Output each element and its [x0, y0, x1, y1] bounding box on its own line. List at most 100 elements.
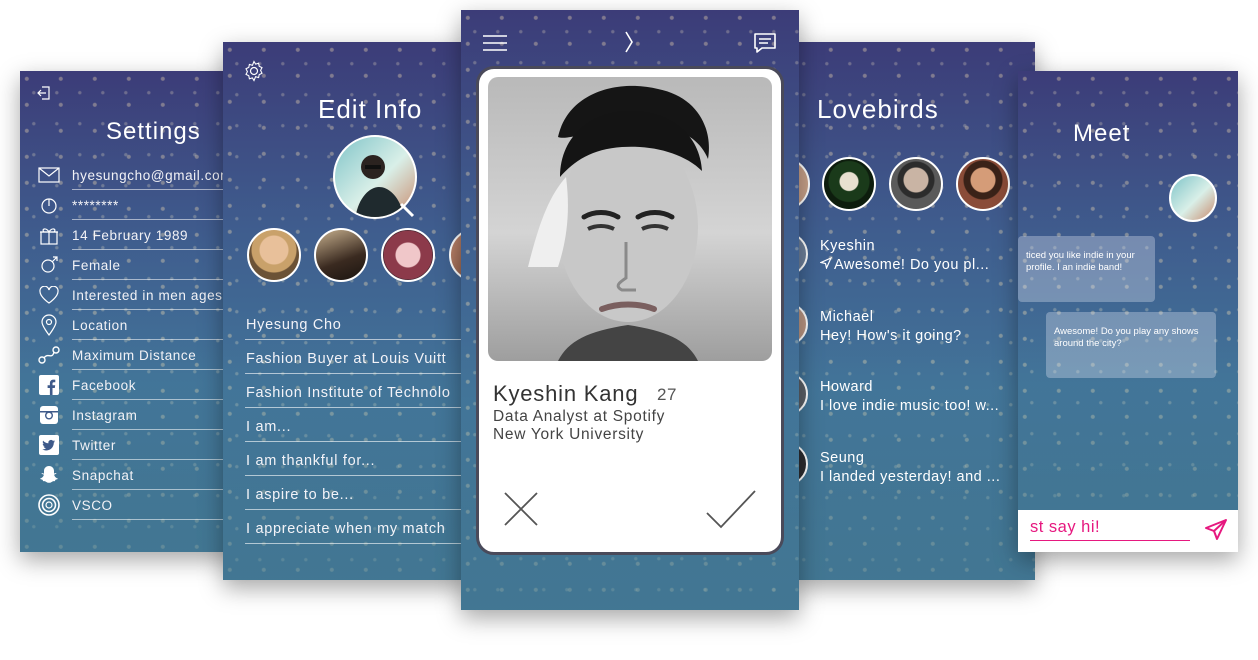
- edit-info-field[interactable]: Fashion Institute of Technolo: [245, 374, 471, 408]
- gender-icon: [38, 254, 60, 276]
- settings-screen: Settings hyesungcho@gmail.com ******** 14 …: [20, 71, 240, 552]
- match-avatar[interactable]: [956, 157, 1010, 211]
- chat-message: Awesome! Do you pl...: [834, 257, 990, 273]
- gear-icon[interactable]: [243, 60, 265, 82]
- settings-item-label: Interested in men ages: [72, 287, 223, 303]
- twitter-icon: [38, 434, 60, 456]
- profile-age: 27: [657, 385, 677, 404]
- profile-photo: [488, 77, 772, 361]
- profile-school: New York University: [493, 426, 645, 443]
- settings-item[interactable]: Location: [38, 310, 240, 340]
- settings-item[interactable]: VSCO: [38, 490, 240, 520]
- chat-name: Michael: [820, 309, 874, 325]
- logout-icon[interactable]: [36, 85, 52, 101]
- settings-item-label: Twitter: [72, 437, 116, 453]
- edit-info-screen: Edit Info Hyesung Cho Fashion Buyer at Lo…: [223, 42, 471, 580]
- close-icon: [504, 492, 538, 526]
- chat-bubble-icon[interactable]: [753, 32, 777, 54]
- received-message-bubble: ticed you like indie in your profile. I …: [1018, 236, 1155, 302]
- chat-item[interactable]: Michael Hey! How's it going?: [820, 309, 962, 344]
- settings-item-label: hyesungcho@gmail.com: [72, 167, 233, 183]
- edit-info-field-value: I am...: [246, 419, 292, 435]
- edit-info-field-value: Fashion Buyer at Louis Vuitt: [246, 351, 447, 367]
- settings-item[interactable]: hyesungcho@gmail.com: [38, 160, 240, 190]
- settings-item-label: 14 February 1989: [72, 227, 189, 243]
- settings-item-label: Snapchat: [72, 467, 134, 483]
- location-pin-icon: [38, 314, 60, 336]
- profile-name: Kyeshin Kang: [493, 381, 639, 406]
- edit-info-title: Edit Info: [318, 94, 423, 124]
- discover-screen: Kyeshin Kang 27 Data Analyst at Spotify …: [461, 10, 799, 610]
- edit-info-field[interactable]: I appreciate when my match: [245, 510, 471, 544]
- match-avatar[interactable]: [822, 157, 876, 211]
- meet-title: Meet: [1073, 120, 1131, 147]
- settings-item[interactable]: Instagram: [38, 400, 240, 430]
- settings-item-label: Facebook: [72, 377, 137, 393]
- match-avatar[interactable]: [889, 157, 943, 211]
- lovebirds-screen: Lovebirds Kyeshin Awesome! Do you pl... …: [790, 42, 1035, 580]
- sent-message-bubble: Awesome! Do you play any shows around th…: [1046, 312, 1216, 378]
- edit-pencil-icon[interactable]: [399, 202, 415, 218]
- settings-item-label: Location: [72, 317, 128, 333]
- settings-item-label: VSCO: [72, 497, 113, 513]
- edit-info-field-value: I appreciate when my match: [246, 521, 446, 537]
- sent-message-text: Awesome! Do you play any shows around th…: [1054, 326, 1199, 349]
- profile-card[interactable]: Kyeshin Kang 27 Data Analyst at Spotify …: [476, 66, 784, 555]
- received-message-text: ticed you like indie in your profile. I …: [1026, 250, 1135, 273]
- settings-item[interactable]: Female: [38, 250, 240, 280]
- lovebirds-title: Lovebirds: [817, 94, 939, 124]
- snapchat-icon: [38, 464, 60, 486]
- edit-info-field-value: I am thankful for...: [246, 453, 376, 469]
- like-button[interactable]: [705, 489, 757, 529]
- settings-item-label: ********: [72, 197, 119, 213]
- edit-info-field[interactable]: I am...: [245, 408, 471, 442]
- settings-item[interactable]: 14 February 1989: [38, 220, 240, 250]
- check-icon: [706, 490, 756, 529]
- menu-icon[interactable]: [483, 34, 507, 52]
- facebook-icon: [38, 374, 60, 396]
- settings-item[interactable]: Twitter: [38, 430, 240, 460]
- profile-job: Data Analyst at Spotify: [493, 408, 666, 425]
- message-compose-bar: st say hi!: [1018, 510, 1238, 552]
- row-divider: [72, 519, 240, 520]
- chat-name: Kyeshin: [820, 238, 876, 254]
- vsco-icon: [38, 494, 60, 516]
- settings-item[interactable]: Interested in men ages: [38, 280, 240, 310]
- heart-icon: [38, 284, 60, 306]
- match-avatar[interactable]: [1169, 174, 1217, 222]
- message-input[interactable]: st say hi!: [1030, 518, 1190, 541]
- settings-item[interactable]: Snapchat: [38, 460, 240, 490]
- chat-message: I landed yesterday! and ...: [820, 469, 1001, 485]
- edit-info-field[interactable]: Hyesung Cho: [245, 306, 471, 340]
- edit-info-field-value: Fashion Institute of Technolo: [246, 385, 451, 401]
- reject-button[interactable]: [503, 491, 539, 527]
- instagram-icon: [38, 404, 60, 426]
- chat-item[interactable]: Kyeshin Awesome! Do you pl...: [819, 238, 990, 273]
- navigation-arrow-icon: [819, 256, 834, 273]
- edit-info-field[interactable]: Fashion Buyer at Louis Vuitt: [245, 340, 471, 374]
- photo-thumbnail[interactable]: [314, 228, 368, 282]
- settings-item[interactable]: Maximum Distance: [38, 340, 240, 370]
- settings-item-label: Maximum Distance: [72, 347, 197, 363]
- settings-item-label: Female: [72, 257, 121, 273]
- edit-info-field[interactable]: I aspire to be...: [245, 476, 471, 510]
- chat-message: Hey! How's it going?: [820, 328, 962, 344]
- chat-item[interactable]: Howard I love indie music too! w...: [820, 379, 999, 414]
- chat-message: I love indie music too! w...: [820, 398, 1000, 414]
- send-icon[interactable]: [1204, 518, 1228, 542]
- chat-item[interactable]: Seung I landed yesterday! and ...: [820, 450, 1000, 485]
- settings-item-label: Instagram: [72, 407, 138, 423]
- photo-thumbnail[interactable]: [247, 228, 301, 282]
- settings-item[interactable]: Facebook: [38, 370, 240, 400]
- gift-icon: [38, 224, 60, 246]
- settings-title: Settings: [106, 118, 201, 145]
- route-icon: [38, 344, 60, 366]
- edit-info-field[interactable]: I am thankful for...: [245, 442, 471, 476]
- chevron-right-icon[interactable]: [623, 30, 635, 54]
- chat-preview: Awesome! Do you pl...: [819, 256, 990, 273]
- lock-icon: [38, 194, 60, 216]
- photo-thumbnail[interactable]: [381, 228, 435, 282]
- settings-item[interactable]: ********: [38, 190, 240, 220]
- email-icon: [38, 164, 60, 186]
- edit-info-field-value: I aspire to be...: [246, 487, 354, 503]
